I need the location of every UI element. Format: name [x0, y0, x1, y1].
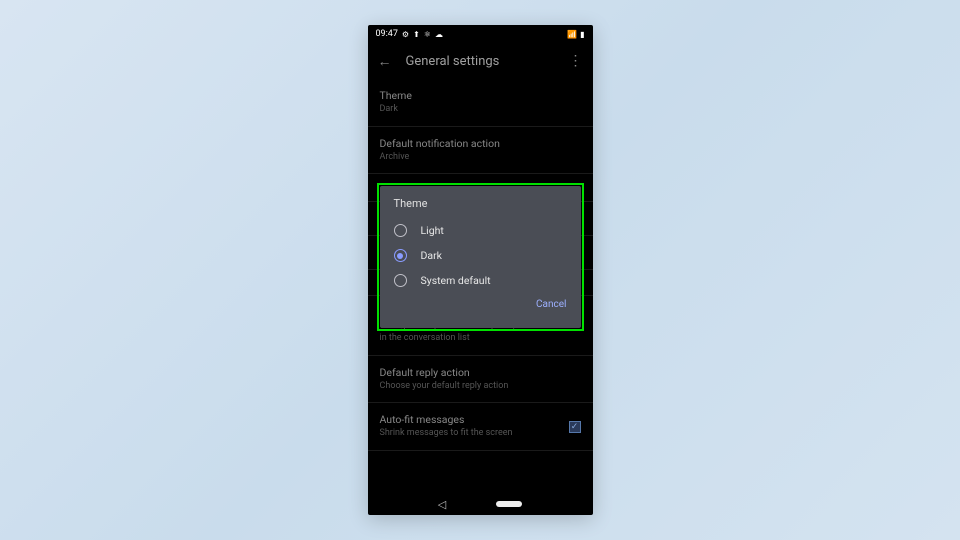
radio-icon-selected — [394, 249, 407, 262]
theme-dialog: Theme Light Dark System default Cancel — [380, 186, 581, 328]
radio-icon — [394, 224, 407, 237]
radio-label: System default — [421, 274, 491, 287]
radio-icon — [394, 274, 407, 287]
phone-screen: 09:47 ⚙ ⬆ ⚛ ☁ 📶 ▮ ← General settings ⋮ T… — [368, 25, 593, 515]
radio-label: Dark — [421, 249, 442, 262]
nav-home-pill[interactable] — [496, 501, 522, 507]
radio-option-dark[interactable]: Dark — [380, 243, 581, 268]
radio-option-light[interactable]: Light — [380, 218, 581, 243]
nav-back-icon[interactable]: ◁ — [438, 498, 446, 511]
dialog-title: Theme — [380, 197, 581, 218]
navigation-bar: ◁ — [368, 493, 593, 515]
radio-option-system-default[interactable]: System default — [380, 268, 581, 293]
cancel-button[interactable]: Cancel — [536, 299, 566, 310]
radio-label: Light — [421, 224, 444, 237]
